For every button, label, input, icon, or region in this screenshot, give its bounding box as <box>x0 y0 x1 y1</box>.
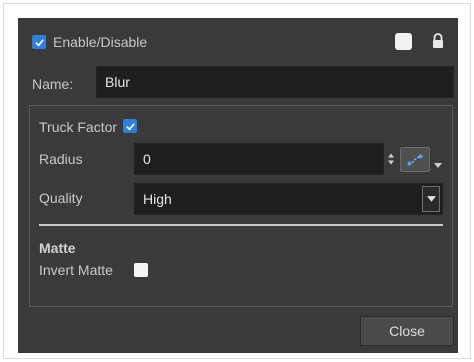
effect-layer-properties-dialog: Enable/Disable Name: Blur Truck Factor R… <box>18 18 458 353</box>
invert-matte-label: Invert Matte <box>39 262 113 278</box>
invert-matte-checkbox[interactable] <box>134 263 148 277</box>
check-icon <box>34 38 44 46</box>
quality-value: High <box>143 191 172 207</box>
quality-label: Quality <box>39 190 83 206</box>
color-swatch[interactable] <box>395 33 412 50</box>
divider <box>39 224 443 226</box>
radius-label: Radius <box>39 151 83 167</box>
chevron-down-icon[interactable] <box>422 186 440 212</box>
truck-factor-label: Truck Factor <box>39 119 118 135</box>
quality-select[interactable]: High <box>134 183 443 215</box>
name-value: Blur <box>105 74 130 90</box>
spin-arrows-icon[interactable] <box>387 152 395 166</box>
lock-icon[interactable] <box>431 33 445 49</box>
function-curve-icon <box>407 154 423 165</box>
radius-field[interactable]: 0 <box>134 143 384 175</box>
name-field[interactable]: Blur <box>96 66 454 98</box>
close-button-label: Close <box>389 323 425 339</box>
close-button[interactable]: Close <box>360 316 454 346</box>
enable-disable-checkbox[interactable] <box>32 35 46 49</box>
enable-disable-label: Enable/Disable <box>53 34 148 50</box>
truck-factor-checkbox[interactable] <box>123 119 137 133</box>
function-curve-button[interactable] <box>400 147 430 172</box>
matte-heading: Matte <box>39 240 76 256</box>
check-icon <box>125 122 135 130</box>
radius-value: 0 <box>143 151 151 167</box>
properties-group: Truck Factor Radius 0 Quality High Matte… <box>29 105 453 307</box>
function-menu-chevron-icon[interactable] <box>434 156 442 168</box>
name-label: Name: <box>32 76 74 92</box>
